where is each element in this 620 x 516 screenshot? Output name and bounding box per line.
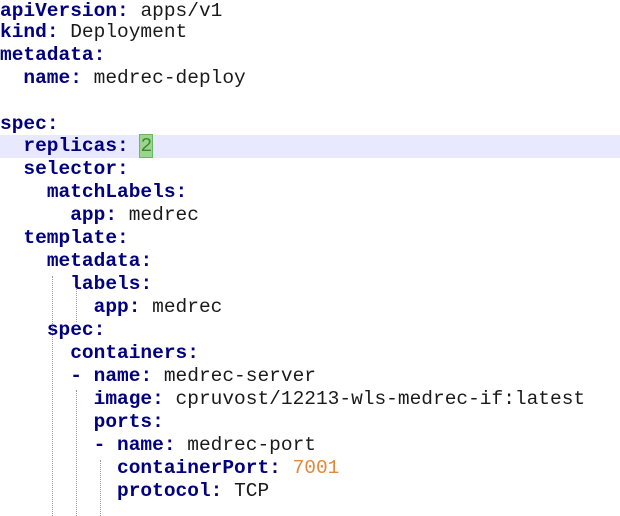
yaml-key: selector [23,158,118,180]
code-line[interactable]: apiVersion: apps/v1 [0,0,620,23]
code-line[interactable]: containers: [0,342,620,365]
yaml-key: name [23,67,71,89]
code-line-current[interactable]: replicas: 2 [0,134,620,158]
code-line[interactable]: protocol: TCP [0,480,620,503]
code-line[interactable]: image: cpruvost/12213-wls-medrec-if:late… [0,388,620,411]
yaml-key: app [93,296,129,318]
code-line[interactable]: - name: medrec-server [0,365,620,388]
code-line[interactable]: spec: [0,113,620,136]
yaml-value-selected: 2 [139,134,154,158]
yaml-value: TCP [234,480,270,502]
yaml-key: spec [46,319,94,341]
code-line[interactable]: metadata: [0,250,620,273]
yaml-editor[interactable]: apiVersion: apps/v1 kind: Deployment met… [0,0,620,516]
yaml-key: protocol [117,480,211,502]
list-dash: - [70,365,82,387]
yaml-key: name [93,365,141,387]
list-dash: - [93,434,106,456]
code-line[interactable]: metadata: [0,44,620,67]
yaml-key: app [70,204,106,226]
code-line[interactable]: matchLabels: [0,181,620,204]
yaml-value: medrec [128,204,199,226]
yaml-key: kind [0,21,47,43]
code-line[interactable]: ports: [0,411,620,434]
yaml-value: cpruvost/12213-wls-medrec-if:latest [175,388,586,410]
yaml-value: Deployment [70,21,188,43]
yaml-key: metadata [46,250,141,272]
yaml-key: image [93,388,153,410]
code-line[interactable]: - name: medrec-port [0,434,620,457]
yaml-key: matchLabels [46,181,176,203]
yaml-key: labels [70,273,141,295]
yaml-value: medrec-server [163,365,316,387]
yaml-key: containerPort [117,457,270,479]
yaml-value: apps/v1 [140,0,223,22]
yaml-value: medrec-deploy [93,67,246,89]
yaml-number: 7001 [292,457,340,479]
yaml-key: template [23,227,118,249]
yaml-key: replicas [23,135,118,157]
code-line[interactable]: spec: [0,319,620,342]
yaml-key: name [117,434,164,456]
code-line[interactable]: selector: [0,158,620,181]
code-line[interactable]: containerPort: 7001 [0,457,620,480]
yaml-key: ports [93,411,153,433]
code-line[interactable]: labels: [0,273,620,296]
yaml-key: apiVersion [0,0,118,22]
yaml-key: containers [70,342,188,364]
code-line[interactable]: template: [0,227,620,250]
code-line[interactable]: name: medrec-deploy [0,67,620,90]
yaml-key: spec [0,113,47,135]
yaml-key: metadata [0,44,94,66]
code-line[interactable]: app: medrec [0,204,620,227]
yaml-value: medrec [152,296,223,318]
text-caret [152,136,154,154]
code-line[interactable]: kind: Deployment [0,21,620,44]
code-line[interactable]: app: medrec [0,296,620,319]
yaml-value: medrec-port [187,434,316,456]
